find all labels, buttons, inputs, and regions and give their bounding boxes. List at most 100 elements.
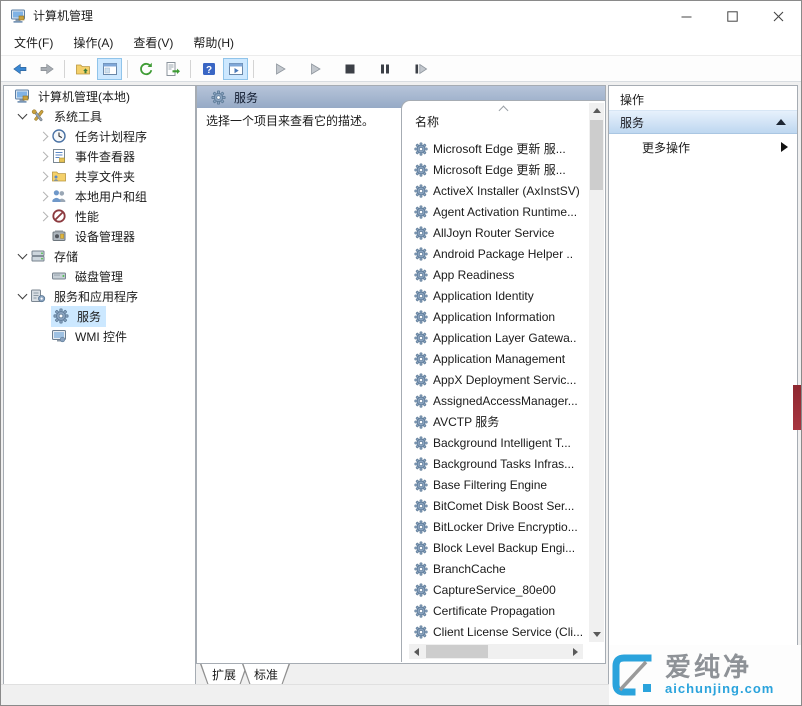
collapse-icon xyxy=(776,119,786,125)
service-list-item[interactable]: Background Tasks Infras... xyxy=(402,453,587,474)
service-name: Client License Service (Cli... xyxy=(433,624,584,639)
more-actions-item[interactable]: 更多操作 xyxy=(609,136,797,158)
pause-service-button[interactable] xyxy=(372,58,397,80)
menu-file[interactable]: 文件(F) xyxy=(4,32,63,55)
tree-item-task-scheduler[interactable]: 任务计划程序 xyxy=(4,126,195,146)
menu-help[interactable]: 帮助(H) xyxy=(183,32,244,55)
tree-item-performance[interactable]: 性能 xyxy=(4,206,195,226)
service-list-item[interactable]: Agent Activation Runtime... xyxy=(402,201,587,222)
menu-view[interactable]: 查看(V) xyxy=(123,32,183,55)
tree-item-computer-management[interactable]: 计算机管理(本地) xyxy=(4,86,195,106)
scroll-left-button[interactable] xyxy=(409,644,424,659)
service-list-item[interactable]: Application Layer Gatewa.. xyxy=(402,327,587,348)
resume-service-button[interactable] xyxy=(302,58,327,80)
maximize-button[interactable] xyxy=(709,1,755,31)
service-list-item[interactable]: Application Identity xyxy=(402,285,587,306)
column-header-name[interactable]: 名称 xyxy=(402,101,587,135)
stop-service-button[interactable] xyxy=(337,58,362,80)
close-button[interactable] xyxy=(755,1,801,31)
export-list-icon xyxy=(166,61,180,76)
vertical-scrollbar[interactable] xyxy=(589,103,604,642)
service-list-item[interactable]: AppX Deployment Servic... xyxy=(402,369,587,390)
scroll-right-button[interactable] xyxy=(568,644,583,659)
service-list-item[interactable]: Android Package Helper .. xyxy=(402,243,587,264)
tree-item-label: 性能 xyxy=(75,209,100,224)
tree-item-services-applications[interactable]: 服务和应用程序 xyxy=(4,286,195,306)
service-list-item[interactable]: Block Level Backup Engi... xyxy=(402,537,587,558)
actions-section-label: 服务 xyxy=(620,115,645,130)
service-list-item[interactable]: Certificate Propagation xyxy=(402,600,587,621)
up-folder-icon xyxy=(75,64,90,74)
up-folder-button[interactable] xyxy=(70,58,95,80)
help-button[interactable]: ? xyxy=(196,58,221,80)
minimize-button[interactable] xyxy=(663,1,709,31)
console-tree-toggle-button[interactable] xyxy=(97,57,122,80)
service-name: ActiveX Installer (AxInstSV) xyxy=(433,183,580,198)
tree-item-local-users-groups[interactable]: 本地用户和组 xyxy=(4,186,195,206)
tree-item-shared-folders[interactable]: 共享文件夹 xyxy=(4,166,195,186)
service-list-item[interactable]: App Readiness xyxy=(402,264,587,285)
gear-icon xyxy=(414,268,428,282)
toolbar-separator xyxy=(127,59,128,78)
menu-action[interactable]: 操作(A) xyxy=(63,32,123,55)
tab-extended[interactable]: 扩展 xyxy=(200,664,248,686)
service-list-item[interactable]: ActiveX Installer (AxInstSV) xyxy=(402,180,587,201)
horizontal-scroll-thumb[interactable] xyxy=(426,645,488,658)
service-list-item[interactable]: BitComet Disk Boost Ser... xyxy=(402,495,587,516)
scroll-up-button[interactable] xyxy=(589,103,604,118)
clock-icon xyxy=(51,128,67,144)
vertical-scroll-thumb[interactable] xyxy=(590,120,603,190)
start-service-button[interactable] xyxy=(267,58,292,80)
service-name: AVCTP 服务 xyxy=(433,415,500,429)
scroll-down-button[interactable] xyxy=(589,627,604,642)
export-list-button[interactable] xyxy=(160,58,185,80)
expander[interactable] xyxy=(35,151,51,161)
tree-item-event-viewer[interactable]: 事件查看器 xyxy=(4,146,195,166)
service-list-item[interactable]: CaptureService_80e00 xyxy=(402,579,587,600)
tree-item-device-manager[interactable]: 设备管理器 xyxy=(4,226,195,246)
service-list-item[interactable]: Application Management xyxy=(402,348,587,369)
expander[interactable] xyxy=(14,289,30,300)
expander[interactable] xyxy=(14,109,30,120)
tree-item-label: 本地用户和组 xyxy=(75,189,148,204)
tree-item-label: 磁盘管理 xyxy=(75,269,124,284)
forward-button[interactable] xyxy=(34,58,59,80)
gear-icon xyxy=(414,205,428,219)
tab-standard[interactable]: 标准 xyxy=(242,664,290,686)
expander[interactable] xyxy=(35,211,51,221)
computer-management-window: 计算机管理 文件(F) 操作(A) 查看(V) 帮助(H) ? 计算机管理(本地… xyxy=(0,0,802,706)
expander[interactable] xyxy=(35,131,51,141)
gear-icon xyxy=(414,604,428,618)
service-name: Android Package Helper .. xyxy=(433,246,574,261)
service-list-item[interactable]: Base Filtering Engine xyxy=(402,474,587,495)
service-list-item[interactable]: Background Intelligent T... xyxy=(402,432,587,453)
service-list-item[interactable]: Application Information xyxy=(402,306,587,327)
gear-icon xyxy=(414,394,428,408)
tree-item-storage[interactable]: 存储 xyxy=(4,246,195,266)
expander[interactable] xyxy=(35,171,51,181)
tree-item-system-tools[interactable]: 系统工具 xyxy=(4,106,195,126)
expander[interactable] xyxy=(14,249,30,260)
service-list-item[interactable]: Client License Service (Cli... xyxy=(402,621,587,640)
service-list-item[interactable]: BranchCache xyxy=(402,558,587,579)
chevron-down-icon xyxy=(17,249,27,260)
actions-section-services[interactable]: 服务 xyxy=(609,110,797,134)
tree-item-disk-management[interactable]: 磁盘管理 xyxy=(4,266,195,286)
back-button[interactable] xyxy=(7,58,32,80)
tree-item-services[interactable]: 服务 xyxy=(4,305,195,327)
service-list-item[interactable]: Microsoft Edge 更新 服... xyxy=(402,138,587,159)
service-list-item[interactable]: AllJoyn Router Service xyxy=(402,222,587,243)
service-list-item[interactable]: Microsoft Edge 更新 服... xyxy=(402,159,587,180)
service-list-item[interactable]: AVCTP 服务 xyxy=(402,411,587,432)
horizontal-scrollbar[interactable] xyxy=(409,644,583,659)
action-pane-toggle-button[interactable] xyxy=(223,57,248,80)
expander[interactable] xyxy=(35,191,51,201)
gear-icon xyxy=(414,562,428,576)
refresh-button[interactable] xyxy=(133,58,158,80)
service-list-item[interactable]: AssignedAccessManager... xyxy=(402,390,587,411)
arrow-right-icon xyxy=(573,647,578,656)
restart-service-button[interactable] xyxy=(407,58,432,80)
chevron-right-icon xyxy=(38,171,48,181)
tree-item-wmi-control[interactable]: WMI 控件 xyxy=(4,326,195,346)
service-list-item[interactable]: BitLocker Drive Encryptio... xyxy=(402,516,587,537)
